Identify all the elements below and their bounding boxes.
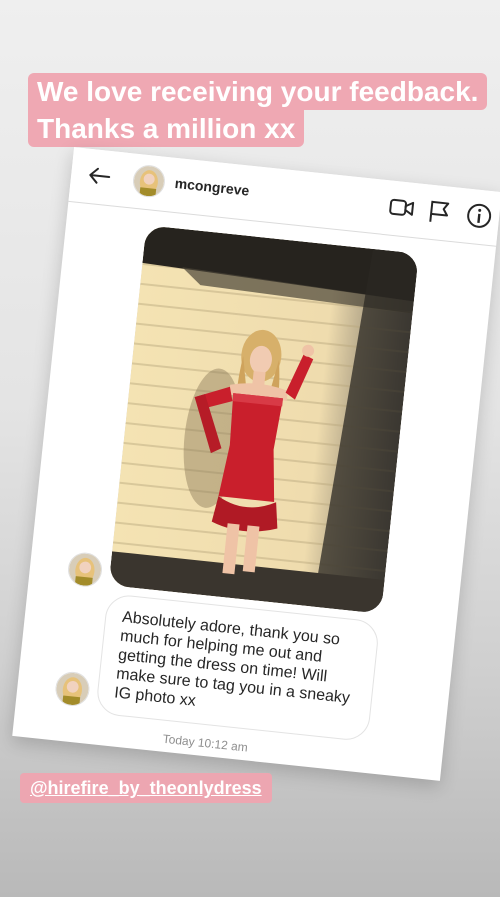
avatar[interactable] [53, 670, 92, 708]
mention-sticker[interactable]: @hirefire_by_theonlydress [20, 773, 272, 803]
message-bubble[interactable]: Absolutely adore, thank you so much for … [95, 593, 381, 743]
message-timestamp: Today 10:12 am [162, 731, 249, 755]
video-camera-icon[interactable] [386, 192, 417, 223]
dm-header: mcongreve [68, 147, 500, 247]
avatar[interactable] [131, 163, 167, 199]
back-arrow-icon[interactable] [84, 161, 115, 192]
dm-screenshot-card: mcongreve Absolutely adore, thank you so… [12, 147, 500, 781]
caption-line-2: Thanks a million xx [28, 110, 305, 147]
flag-icon[interactable] [424, 196, 455, 227]
username[interactable]: mcongreve [174, 175, 250, 199]
photo-message[interactable] [108, 225, 419, 614]
info-icon[interactable] [464, 200, 495, 231]
caption-line-1: We love receiving your feedback. [28, 73, 488, 110]
story-caption: We love receiving your feedback. Thanks … [28, 73, 488, 147]
avatar[interactable] [66, 550, 104, 589]
photo-image [108, 225, 419, 614]
